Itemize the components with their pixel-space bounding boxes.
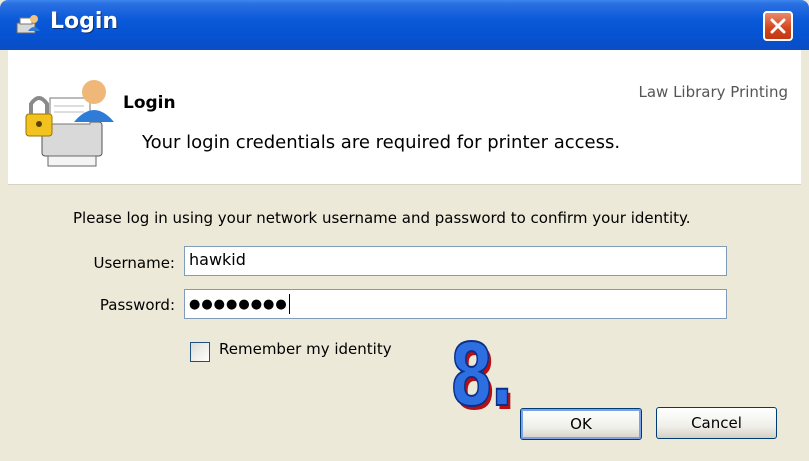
password-label: Password: xyxy=(99,296,175,314)
instructions-text: Please log in using your network usernam… xyxy=(73,209,691,227)
lock-printer-user-icon xyxy=(25,80,114,167)
header-brand: Law Library Printing xyxy=(638,83,788,101)
username-label: Username: xyxy=(93,254,175,272)
close-icon xyxy=(770,18,786,34)
ok-button[interactable]: OK xyxy=(520,408,642,440)
close-button[interactable] xyxy=(763,11,793,41)
password-field[interactable]: ●●●●●●●● xyxy=(184,289,727,319)
password-value: ●●●●●●●● xyxy=(189,297,288,312)
printer-user-icon xyxy=(16,15,40,34)
step-badge: 8. xyxy=(449,326,514,426)
header-subtitle: Your login credentials are required for … xyxy=(142,132,621,153)
cancel-button[interactable]: Cancel xyxy=(656,407,777,439)
username-field[interactable]: hawkid xyxy=(184,246,727,276)
remember-label[interactable]: Remember my identity xyxy=(219,340,392,358)
header-title: Login xyxy=(123,93,176,113)
window-title: Login xyxy=(50,9,119,34)
dialog-body: Please log in using your network usernam… xyxy=(8,185,801,461)
username-value: hawkid xyxy=(189,250,246,269)
remember-checkbox[interactable] xyxy=(190,342,210,362)
text-cursor xyxy=(288,293,290,314)
login-window: Login Login Your login credentials are r… xyxy=(0,0,809,461)
title-bar[interactable]: Login xyxy=(0,0,809,50)
dialog-header: Login Your login credentials are require… xyxy=(8,50,801,185)
